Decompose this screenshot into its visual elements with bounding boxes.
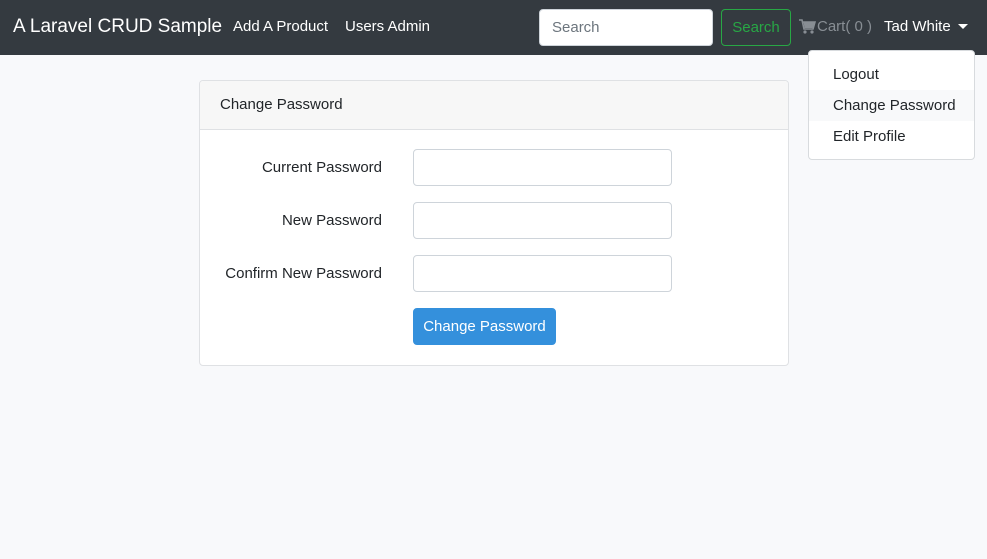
- menu-item-edit-profile[interactable]: Edit Profile: [809, 121, 974, 152]
- cart-label: Cart( 0 ): [817, 18, 873, 35]
- user-dropdown-menu: Logout Change Password Edit Profile: [808, 50, 975, 160]
- nav-add-product[interactable]: Add A Product: [233, 18, 328, 35]
- change-password-card: Change Password Current Password New Pas…: [199, 80, 789, 366]
- new-password-label: New Password: [281, 212, 382, 229]
- nav-users-admin[interactable]: Users Admin: [345, 18, 430, 35]
- search-button[interactable]: Search: [721, 9, 791, 46]
- caret-down-icon: [957, 24, 968, 29]
- search-input[interactable]: [539, 9, 713, 46]
- menu-item-logout[interactable]: Logout: [809, 59, 974, 90]
- cart-link[interactable]: Cart( 0 ): [799, 18, 872, 35]
- card-title: Change Password: [200, 81, 788, 130]
- navbar: A Laravel CRUD Sample Add A Product User…: [0, 0, 987, 55]
- brand-link[interactable]: A Laravel CRUD Sample: [13, 16, 222, 38]
- new-password-input[interactable]: [413, 202, 672, 239]
- user-menu-toggle[interactable]: Tad White: [884, 18, 968, 35]
- shopping-cart-icon: [799, 19, 816, 34]
- current-password-input[interactable]: [413, 149, 672, 186]
- confirm-password-input[interactable]: [413, 255, 672, 292]
- change-password-button[interactable]: Change Password: [413, 308, 556, 345]
- user-name: Tad White: [884, 18, 951, 35]
- confirm-password-label: Confirm New Password: [225, 265, 382, 282]
- menu-item-change-password[interactable]: Change Password: [809, 90, 974, 121]
- current-password-label: Current Password: [261, 159, 382, 176]
